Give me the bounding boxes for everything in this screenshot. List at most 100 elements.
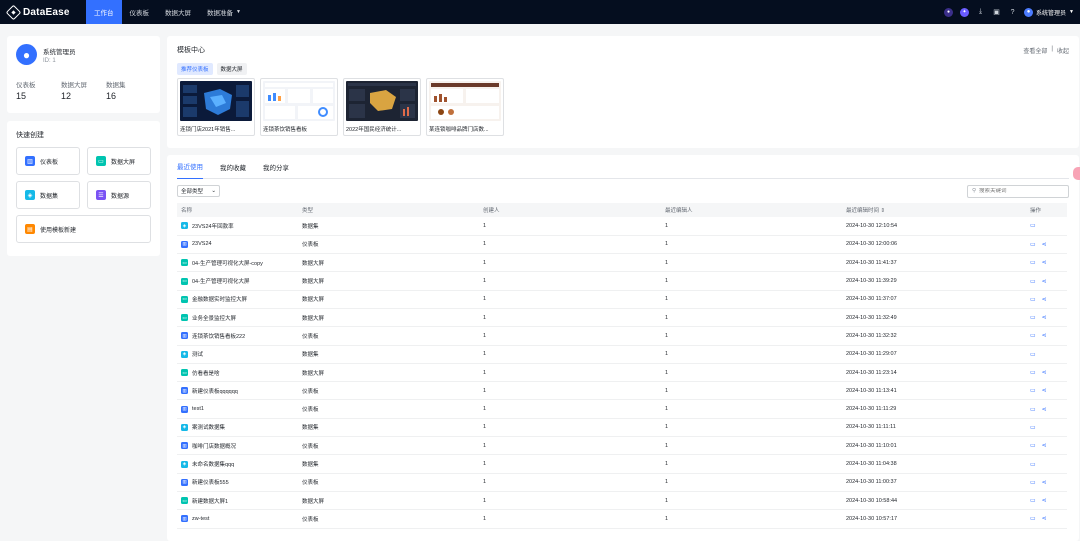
preview-icon[interactable]: ▭ [1030,222,1036,229]
template-card[interactable]: 连锁茶饮销售看板 [260,78,338,136]
copilot-icon[interactable]: ● [944,7,954,17]
cell-name[interactable]: ◈ 23VS24年回款率 [177,217,298,236]
cell-name[interactable]: ▥ 新建仪表板qqqqqq [177,381,298,401]
cell-name[interactable]: ◈ 案测试数据集 [177,418,298,438]
ai-icon[interactable]: ✦ [960,7,970,17]
share-icon[interactable]: ⋖ [1042,332,1047,339]
cell-name[interactable]: ▥ 新建仪表板555 [177,473,298,492]
cell-name[interactable]: ▭ 04-生产管理可视化大屏-copy [177,253,298,273]
table-row[interactable]: ◈ 案测试数据集 数据集 1 1 2024-10-30 11:11:11 ▭ [177,418,1067,438]
preview-icon[interactable]: ▭ [1030,387,1036,394]
preview-icon[interactable]: ▭ [1030,424,1036,431]
cell-name[interactable]: ▭ 新建数据大屏1 [177,491,298,511]
create-datasource-button[interactable]: ☰ 数据源 [87,181,151,209]
create-dashboard-button[interactable]: ▥ 仪表板 [16,147,80,175]
app-logo[interactable]: DataEase [0,4,86,20]
preview-icon[interactable]: ▭ [1030,406,1036,413]
table-row[interactable]: ◈ 23VS24年回款率 数据集 1 1 2024-10-30 12:10:54 ▭ [177,217,1067,236]
nav-item-workbench[interactable]: 工作台 [86,0,122,24]
table-row[interactable]: ▥ 23VS24 仪表板 1 1 2024-10-30 12:00:06 ▭ ⋖ [177,235,1067,255]
template-card[interactable]: 某连锁咖啡品牌门店数... [426,78,504,136]
download-icon[interactable]: ⤓ [976,8,985,17]
message-icon[interactable]: ▣ [992,8,1001,17]
table-row[interactable]: ▭ 04-生产管理可视化大屏-copy 数据大屏 1 1 2024-10-30 11:41… [177,253,1067,273]
share-icon[interactable]: ⋖ [1042,406,1047,413]
table-row[interactable]: ▭ 04-生产管理可视化大屏 数据大屏 1 1 2024-10-30 11:39:29 ▭ ⋖ [177,271,1067,291]
table-row[interactable]: ▥ 咖啡门店数据概况 仪表板 1 1 2024-10-30 11:10:01 ▭ ⋖ [177,436,1067,456]
tab-data-screen[interactable]: 数据大屏 [216,63,247,75]
cell-type: 仪表板 [298,473,479,492]
table-row[interactable]: ◈ 未命名数据集qqq 数据集 1 1 2024-10-30 11:04:38 ▭ [177,454,1067,474]
preview-icon[interactable]: ▭ [1030,278,1036,285]
nav-item-dashboard[interactable]: 仪表板 [122,0,158,24]
table-row[interactable]: ▭ 仿看看是啥 数据大屏 1 1 2024-10-30 11:23:14 ▭ ⋖ [177,363,1067,383]
cell-name[interactable]: ▭ 04-生产管理可视化大屏 [177,271,298,291]
table-row[interactable]: ▥ zw-test 仪表板 1 1 2024-10-30 10:57:17 ▭ ⋖ [177,509,1067,529]
cell-name[interactable]: ◈ 未命名数据集qqq [177,454,298,474]
create-from-template-button[interactable]: ▤ 使用模板新建 [16,215,151,243]
cell-name[interactable]: ◈ 测试 [177,345,298,364]
share-icon[interactable]: ⋖ [1042,296,1047,303]
preview-icon[interactable]: ▭ [1030,479,1036,486]
cell-name[interactable]: ▭ 金融数据实时监控大屏 [177,290,298,309]
cell-name[interactable]: ▥ test1 [177,399,298,419]
tab-recent[interactable]: 最近使用 [177,155,203,179]
share-icon[interactable]: ⋖ [1042,314,1047,321]
cell-name[interactable]: ▥ zw-test [177,509,298,529]
preview-icon[interactable]: ▭ [1030,461,1036,468]
share-icon[interactable]: ⋖ [1042,278,1047,285]
create-dataset-button[interactable]: ◈ 数据集 [16,181,80,209]
table-row[interactable]: ▭ 金融数据实时监控大屏 数据大屏 1 1 2024-10-30 11:37:07 ▭ ⋖ [177,290,1067,309]
table-row[interactable]: ▥ 新建仪表板555 仪表板 1 1 2024-10-30 11:00:37 ▭ ⋖ [177,473,1067,492]
search-input[interactable] [979,188,1064,194]
table-row[interactable]: ▭ 业务全景监控大屏 数据大屏 1 1 2024-10-30 11:32:49 ▭ ⋖ [177,308,1067,328]
share-icon[interactable]: ⋖ [1042,241,1047,248]
cell-name[interactable]: ▥ 咖啡门店数据概况 [177,436,298,456]
cell-actions: ▭ ⋖ [1026,271,1067,291]
template-card[interactable]: 连锁门店2021年销售... [177,78,255,136]
preview-icon[interactable]: ▭ [1030,351,1036,358]
preview-icon[interactable]: ▭ [1030,296,1036,303]
table-row[interactable]: ▥ 新建仪表板qqqqqq 仪表板 1 1 2024-10-30 11:13:41 ▭ ⋖ [177,381,1067,401]
share-icon[interactable]: ⋖ [1042,442,1047,449]
cell-name[interactable]: ▭ 业务全景监控大屏 [177,308,298,328]
col-edit-time[interactable]: 最近编辑时间 ⇕ [842,203,1026,217]
preview-icon[interactable]: ▭ [1030,259,1036,266]
tab-my-shares[interactable]: 我的分享 [263,155,289,179]
help-icon[interactable]: ? [1008,8,1017,17]
nav-item-data-screen[interactable]: 数据大屏 [157,0,199,24]
share-icon[interactable]: ⋖ [1042,515,1047,522]
share-icon[interactable]: ⋖ [1042,479,1047,486]
share-icon[interactable]: ⋖ [1042,497,1047,504]
preview-icon[interactable]: ▭ [1030,241,1036,248]
table-row[interactable]: ▥ 连锁茶饮销售看板222 仪表板 1 1 2024-10-30 11:32:32 ▭ ⋖ [177,326,1067,346]
tab-favorites[interactable]: 我的收藏 [220,155,246,179]
preview-icon[interactable]: ▭ [1030,442,1036,449]
panel-type-icon: ▥ [181,387,188,395]
table-row[interactable]: ▥ test1 仪表板 1 1 2024-10-30 11:11:29 ▭ ⋖ [177,399,1067,419]
preview-icon[interactable]: ▭ [1030,369,1036,376]
cell-name[interactable]: ▭ 仿看看是啥 [177,363,298,383]
cell-name[interactable]: ▥ 连锁茶饮销售看板222 [177,326,298,346]
floating-assistant-tab[interactable] [1073,167,1080,180]
tab-recommended-dashboard[interactable]: 推荐仪表板 [177,63,213,75]
table-row[interactable]: ◈ 测试 数据集 1 1 2024-10-30 11:29:07 ▭ [177,345,1067,364]
share-icon[interactable]: ⋖ [1042,369,1047,376]
preview-icon[interactable]: ▭ [1030,497,1036,504]
preview-icon[interactable]: ▭ [1030,515,1036,522]
share-icon[interactable]: ⋖ [1042,387,1047,394]
type-filter-select[interactable]: 全部类型 ⌄ [177,185,220,197]
user-menu[interactable]: ● 系统管理员 ▼ [1024,7,1074,17]
nav-item-data-prep[interactable]: 数据准备 ▼ [199,0,249,24]
template-card[interactable]: 2022年国民经济统计... [343,78,421,136]
table-row[interactable]: ▭ 新建数据大屏1 数据大屏 1 1 2024-10-30 10:58:44 ▭ ⋖ [177,491,1067,511]
preview-icon[interactable]: ▭ [1030,314,1036,321]
template-caption: 连锁茶饮销售看板 [263,127,308,133]
cell-name[interactable]: ▥ 23VS24 [177,235,298,255]
view-all-link[interactable]: 查看全部 [1023,46,1047,55]
create-data-screen-button[interactable]: ▭ 数据大屏 [87,147,151,175]
cell-creator: 1 [479,235,661,255]
share-icon[interactable]: ⋖ [1042,259,1047,266]
collapse-link[interactable]: 收起 [1057,46,1069,55]
preview-icon[interactable]: ▭ [1030,332,1036,339]
